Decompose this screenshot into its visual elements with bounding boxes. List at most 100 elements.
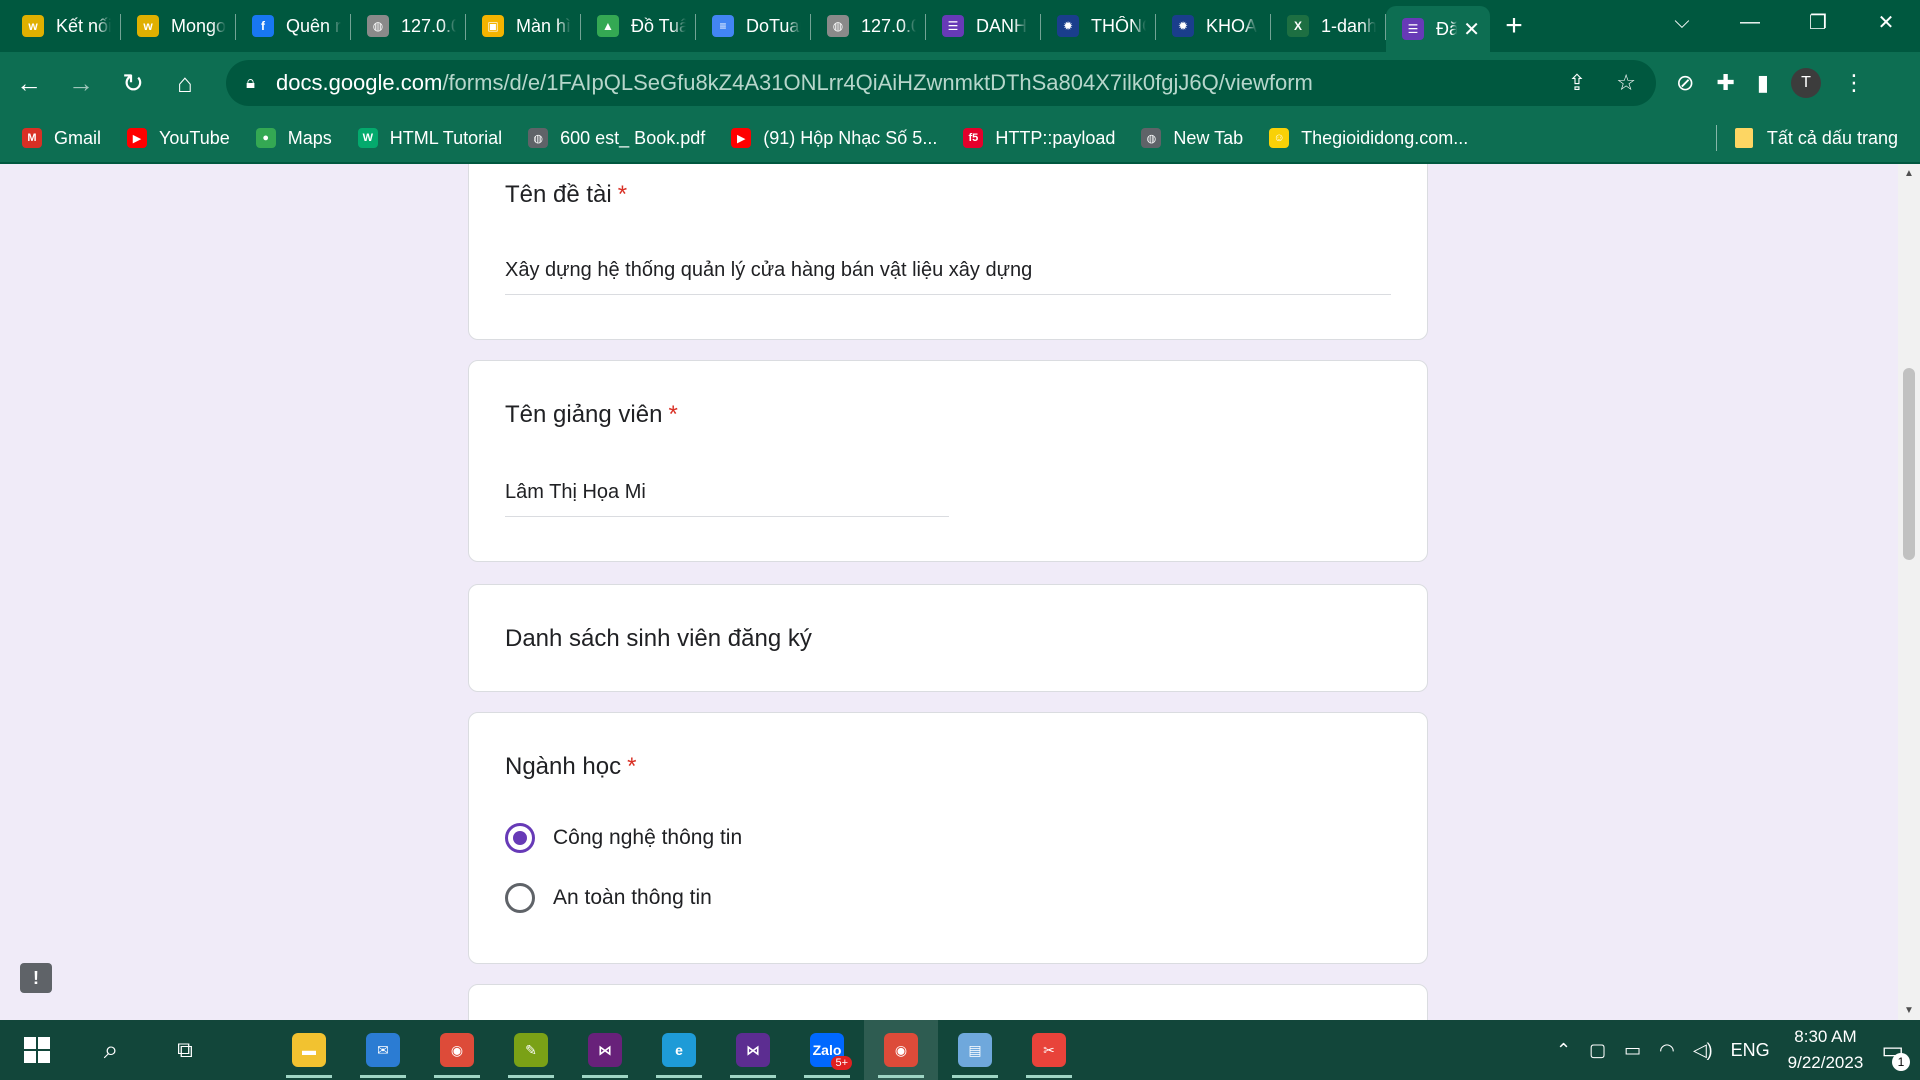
all-bookmarks[interactable]: Tất cả dấu trang [1715, 125, 1898, 151]
start-windows-icon[interactable] [0, 1020, 74, 1080]
topic-answer-input[interactable]: Xây dựng hệ thống quản lý cửa hàng bán v… [505, 259, 1391, 295]
home-icon[interactable]: ⌂ [162, 60, 208, 106]
tab-3[interactable]: ◍ 127.0.0 [351, 0, 466, 52]
taskbar-app[interactable]: Zalo 5+ [790, 1020, 864, 1080]
bookmark-item[interactable]: ◍ New Tab [1141, 128, 1243, 149]
google-docs-icon: ≡ [712, 15, 734, 37]
tab-5[interactable]: ▲ Đồ Tuấ [581, 0, 696, 52]
new-tab-button[interactable]: + [1490, 0, 1538, 52]
extensions-puzzle-icon[interactable]: ✚ [1716, 70, 1734, 96]
bookmark-item[interactable]: ● Maps [255, 127, 332, 149]
tab-11[interactable]: X 1-danh [1271, 0, 1386, 52]
language-indicator[interactable]: ENG [1731, 1040, 1770, 1061]
tab-1[interactable]: w Mongo [121, 0, 236, 52]
folder-icon [1734, 128, 1753, 148]
section-card-students: Danh sách sinh viên đăng ký [468, 584, 1428, 692]
gmail-icon: M [22, 128, 42, 148]
report-feedback-icon[interactable]: ! [20, 963, 52, 993]
radio-unchecked-icon[interactable] [505, 883, 535, 913]
tab-7[interactable]: ◍ 127.0.0 [811, 0, 926, 52]
google-forms-icon: ☰ [1402, 18, 1424, 40]
lock-icon[interactable]: 🔒︎ [246, 73, 276, 93]
taskbar-app[interactable]: ▬ [272, 1020, 346, 1080]
tab-12[interactable]: ☰ Đăn✕ [1386, 6, 1490, 52]
tab-8[interactable]: ☰ DANH [926, 0, 1041, 52]
volume-icon[interactable]: ◁) [1693, 1040, 1713, 1061]
chevron-up-icon[interactable]: ⌃ [1556, 1040, 1571, 1061]
tab-title: DoTuar [746, 15, 801, 36]
taskbar-app[interactable]: e [642, 1020, 716, 1080]
globe-icon: ◍ [528, 128, 549, 148]
bookmark-label: Maps [287, 127, 332, 148]
forward-icon[interactable]: → [58, 60, 104, 106]
tab-6[interactable]: ≡ DoTuar [696, 0, 811, 52]
bookmark-item[interactable]: M Gmail [22, 128, 101, 149]
taskbar-app[interactable]: ▤ [938, 1020, 1012, 1080]
taskbar-app[interactable]: ✂ [1012, 1020, 1086, 1080]
bookmark-star-icon[interactable]: ☆ [1616, 70, 1636, 96]
notification-icon[interactable]: ▭ 1 [1881, 1036, 1910, 1071]
restore-button[interactable]: ❐ [1784, 0, 1852, 44]
facebook-icon: f [252, 15, 274, 37]
bookmark-label: (91) Hộp Nhạc Số 5... [763, 127, 938, 148]
system-tray: ⌃ ▢ ▭ ◠ ◁) ENG 8:30 AM 9/22/2023 ▭ 1 [1556, 1024, 1920, 1076]
radio-option-label: An toàn thông tin [553, 886, 712, 909]
taskbar-app[interactable]: ✎ [494, 1020, 568, 1080]
lecturer-answer-input[interactable]: Lâm Thị Họa Mi [505, 481, 949, 517]
bookmark-item[interactable]: ◍ 600 est_ Book.pdf [528, 128, 705, 149]
youtube-icon: ▶ [127, 128, 148, 148]
taskbar-app[interactable]: ⋈ [716, 1020, 790, 1080]
taskbar-app[interactable]: ✉ [346, 1020, 420, 1080]
compass-extension-icon[interactable]: ⊘ [1676, 70, 1694, 96]
taskbar-app[interactable]: ⋈ [568, 1020, 642, 1080]
battery-icon[interactable]: ▭ [1624, 1040, 1641, 1061]
url-host: docs.google.com [276, 70, 443, 95]
tab-4[interactable]: ▣ Màn hì [466, 0, 581, 52]
scrollbar-thumb[interactable] [1903, 368, 1915, 560]
device-icon[interactable]: ▢ [1589, 1040, 1606, 1061]
tab-2[interactable]: f Quên r [236, 0, 351, 52]
scroll-up-icon[interactable]: ▲ [1898, 168, 1920, 179]
scroll-down-icon[interactable]: ▼ [1898, 1005, 1920, 1016]
chrome-icon: ◉ [440, 1033, 474, 1067]
close-window-button[interactable]: ✕ [1852, 0, 1920, 44]
bookmark-item[interactable]: ☺ Thegioididong.com... [1269, 128, 1468, 149]
clock-date: 9/22/2023 [1787, 1053, 1864, 1072]
bookmark-item[interactable]: ▶ YouTube [127, 128, 230, 149]
tab-0[interactable]: w Kết nối [6, 0, 121, 52]
required-asterisk: * [617, 181, 628, 208]
unread-badge: 5+ [831, 1056, 852, 1070]
share-icon[interactable]: ⇪ [1568, 70, 1586, 96]
page-scrollbar[interactable]: ▲ ▼ [1898, 164, 1920, 1020]
profile-avatar[interactable]: T [1790, 68, 1821, 98]
taskbar-app[interactable]: ◉ [864, 1020, 938, 1080]
tab-strip: w Kết nối w Mongo f Quên r ◍ 127.0.0 ▣ Màn hì ▲ Đồ … [0, 0, 1920, 52]
side-panel-icon[interactable]: ▮ [1757, 70, 1769, 96]
reload-icon[interactable]: ↻ [110, 60, 156, 106]
notification-count: 1 [1892, 1052, 1910, 1071]
back-icon[interactable]: ← [6, 60, 52, 106]
tab-title: KHOA [1206, 15, 1258, 36]
bookmark-item[interactable]: f5 HTTP::payload [963, 128, 1115, 149]
address-bar[interactable]: 🔒︎ docs.google.com/forms/d/e/1FAIpQLSeGf… [226, 60, 1656, 106]
bookmark-item[interactable]: W HTML Tutorial [357, 128, 502, 149]
bookmark-item[interactable]: ▶ (91) Hộp Nhạc Số 5... [731, 128, 937, 149]
google-forms-icon: ☰ [942, 15, 964, 37]
menu-kebab-icon[interactable]: ⋮ [1843, 70, 1865, 96]
task-view-icon[interactable]: ⧉ [148, 1020, 222, 1080]
wifi-icon[interactable]: ◠ [1659, 1040, 1675, 1061]
tab-9[interactable]: ✹ THÔNG [1041, 0, 1156, 52]
close-tab-icon[interactable]: ✕ [1457, 17, 1480, 42]
tab-title: THÔNG [1091, 15, 1146, 36]
university-icon: ✹ [1057, 15, 1079, 37]
radio-option-attt[interactable]: An toàn thông tin [505, 883, 712, 913]
minimize-button[interactable]: — [1716, 0, 1784, 44]
radio-checked-icon[interactable] [505, 823, 535, 853]
clock[interactable]: 8:30 AM 9/22/2023 [1788, 1024, 1864, 1076]
search-icon[interactable]: ⌕ [74, 1020, 148, 1080]
taskbar-app[interactable]: ◉ [420, 1020, 494, 1080]
tab-search-icon[interactable]: ⌵ [1648, 0, 1716, 44]
tab-10[interactable]: ✹ KHOA [1156, 0, 1271, 52]
globe-icon: ◍ [827, 15, 849, 37]
radio-option-cntt[interactable]: Công nghệ thông tin [505, 823, 742, 853]
